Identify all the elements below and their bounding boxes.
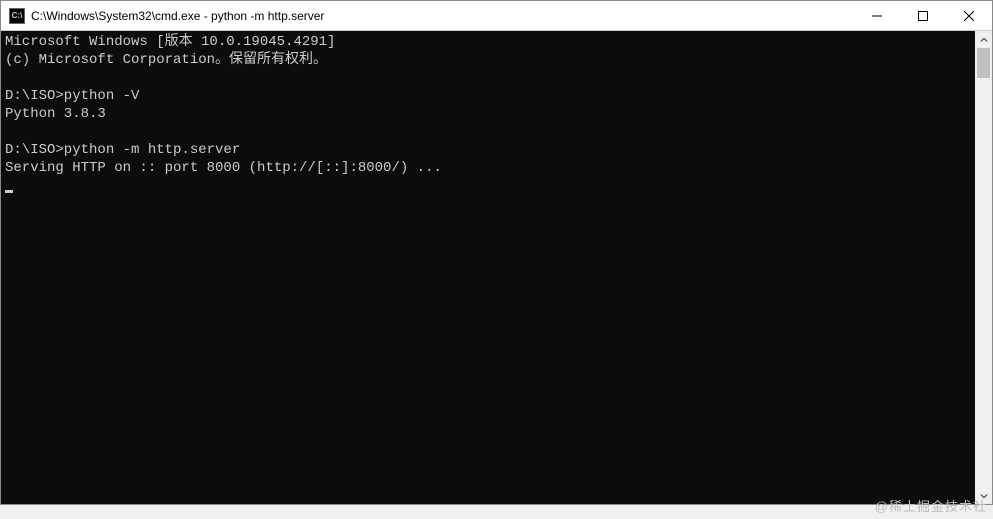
cmd-window: C:\ C:\Windows\System32\cmd.exe - python…: [0, 0, 993, 505]
cursor: [5, 190, 13, 193]
terminal-output[interactable]: Microsoft Windows [版本 10.0.19045.4291](c…: [1, 31, 975, 504]
cursor-line: [5, 177, 975, 195]
minimize-button[interactable]: [854, 1, 900, 30]
terminal-line: Microsoft Windows [版本 10.0.19045.4291]: [5, 33, 975, 51]
minimize-icon: [872, 11, 882, 21]
terminal-line: D:\ISO>python -m http.server: [5, 141, 975, 159]
window-controls: [854, 1, 992, 30]
chevron-up-icon: [980, 36, 988, 44]
terminal-line: D:\ISO>python -V: [5, 87, 975, 105]
scroll-up-button[interactable]: [975, 31, 992, 48]
scrollbar-track[interactable]: [975, 48, 992, 487]
window-title: C:\Windows\System32\cmd.exe - python -m …: [31, 9, 854, 23]
vertical-scrollbar[interactable]: [975, 31, 992, 504]
maximize-button[interactable]: [900, 1, 946, 30]
terminal-area: Microsoft Windows [版本 10.0.19045.4291](c…: [1, 31, 992, 504]
terminal-line: [5, 69, 975, 87]
terminal-line: (c) Microsoft Corporation。保留所有权利。: [5, 51, 975, 69]
close-icon: [964, 11, 974, 21]
maximize-icon: [918, 11, 928, 21]
chevron-down-icon: [980, 492, 988, 500]
scrollbar-thumb[interactable]: [977, 48, 990, 78]
cmd-icon: C:\: [9, 8, 25, 24]
titlebar[interactable]: C:\ C:\Windows\System32\cmd.exe - python…: [1, 1, 992, 31]
close-button[interactable]: [946, 1, 992, 30]
terminal-line: Python 3.8.3: [5, 105, 975, 123]
scroll-down-button[interactable]: [975, 487, 992, 504]
terminal-line: [5, 123, 975, 141]
terminal-line: Serving HTTP on :: port 8000 (http://[::…: [5, 159, 975, 177]
